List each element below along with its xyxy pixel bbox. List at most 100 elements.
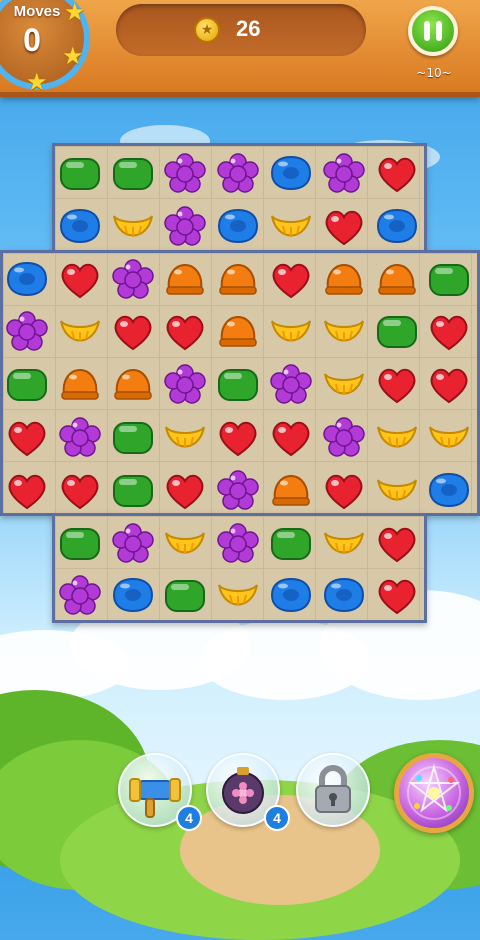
board-cell[interactable] bbox=[1, 254, 53, 306]
booster-flower-bomb[interactable]: 4 bbox=[206, 753, 290, 831]
board-cell[interactable] bbox=[1, 465, 53, 517]
purple-candy-icon bbox=[111, 258, 154, 299]
red-candy-icon bbox=[272, 263, 310, 298]
board-cell[interactable] bbox=[212, 359, 264, 411]
board-cell[interactable] bbox=[107, 359, 159, 411]
red-candy-icon bbox=[166, 316, 204, 351]
blue-candy-icon bbox=[270, 155, 312, 191]
red-candy-icon bbox=[166, 474, 204, 510]
board-cell[interactable] bbox=[54, 148, 106, 200]
board-cell[interactable] bbox=[212, 465, 264, 517]
yellow-candy-icon bbox=[323, 531, 364, 554]
board-cell[interactable] bbox=[371, 148, 423, 200]
board-cell[interactable] bbox=[212, 201, 264, 253]
board-cell[interactable] bbox=[265, 201, 317, 253]
board-cell[interactable] bbox=[107, 201, 159, 253]
board-cell[interactable] bbox=[265, 306, 317, 358]
board-cell[interactable] bbox=[1, 412, 53, 464]
board-cell[interactable] bbox=[212, 254, 264, 306]
color-bomb-booster[interactable] bbox=[394, 753, 474, 833]
board-cell[interactable] bbox=[423, 306, 475, 358]
board-cell[interactable] bbox=[107, 254, 159, 306]
purple-candy-icon bbox=[6, 311, 48, 352]
board-cell[interactable] bbox=[107, 465, 159, 517]
board-cell[interactable] bbox=[159, 518, 211, 570]
board-cell[interactable] bbox=[54, 306, 106, 358]
board-cell[interactable] bbox=[212, 518, 264, 570]
red-candy-icon bbox=[378, 527, 416, 562]
yellow-candy-icon bbox=[271, 215, 311, 237]
board-cell[interactable] bbox=[371, 570, 423, 622]
board-cell[interactable] bbox=[107, 570, 159, 622]
board-cell[interactable] bbox=[212, 412, 264, 464]
board-cell[interactable] bbox=[423, 465, 475, 517]
board-cell[interactable] bbox=[265, 465, 317, 517]
board-cell[interactable] bbox=[54, 201, 106, 253]
board-cell[interactable] bbox=[318, 570, 370, 622]
board-cell[interactable] bbox=[54, 518, 106, 570]
board-cell[interactable] bbox=[265, 412, 317, 464]
board-cell[interactable] bbox=[54, 254, 106, 306]
board-cell[interactable] bbox=[318, 359, 370, 411]
red-candy-icon bbox=[8, 421, 46, 457]
board-cell[interactable] bbox=[212, 570, 264, 622]
board-cell[interactable] bbox=[159, 359, 211, 411]
board-cell[interactable] bbox=[371, 359, 423, 411]
board-cell[interactable] bbox=[159, 412, 211, 464]
board-cell[interactable] bbox=[54, 465, 106, 517]
board-cell[interactable] bbox=[318, 412, 370, 464]
green-candy-icon bbox=[271, 527, 311, 560]
purple-candy-icon bbox=[217, 470, 259, 510]
board-cell[interactable] bbox=[318, 201, 370, 253]
purple-candy-icon bbox=[164, 364, 207, 404]
board-cell[interactable] bbox=[423, 359, 475, 411]
board-cell[interactable] bbox=[371, 465, 423, 517]
board-cell[interactable] bbox=[371, 201, 423, 253]
board-cell[interactable] bbox=[265, 518, 317, 570]
board-cell[interactable] bbox=[159, 148, 211, 200]
board-cell[interactable] bbox=[318, 465, 370, 517]
board-cell[interactable] bbox=[107, 306, 159, 358]
board-cell[interactable] bbox=[159, 201, 211, 253]
board-cell[interactable] bbox=[107, 148, 159, 200]
board-cell[interactable] bbox=[54, 359, 106, 411]
board-cell[interactable] bbox=[318, 148, 370, 200]
blue-candy-icon bbox=[323, 578, 364, 613]
blue-candy-icon bbox=[429, 472, 470, 507]
level-label: ~10~ bbox=[416, 66, 452, 80]
board-cell[interactable] bbox=[318, 306, 370, 358]
board-cell[interactable] bbox=[265, 148, 317, 200]
board-cell[interactable] bbox=[107, 412, 159, 464]
board-cell[interactable] bbox=[371, 518, 423, 570]
board-cell[interactable] bbox=[54, 412, 106, 464]
board-cell[interactable] bbox=[371, 254, 423, 306]
board-cell[interactable] bbox=[318, 518, 370, 570]
board-cell[interactable] bbox=[1, 359, 53, 411]
board-cell[interactable] bbox=[265, 254, 317, 306]
blue-candy-icon bbox=[218, 208, 259, 243]
board-cell[interactable] bbox=[318, 254, 370, 306]
star-icon: ★ bbox=[26, 68, 48, 96]
board-cell[interactable] bbox=[1, 306, 53, 358]
booster-count-badge: 4 bbox=[176, 805, 202, 831]
board-cell[interactable] bbox=[54, 570, 106, 622]
board-cell[interactable] bbox=[265, 359, 317, 411]
board-cell[interactable] bbox=[159, 306, 211, 358]
board-cell[interactable] bbox=[159, 254, 211, 306]
board-cell[interactable] bbox=[423, 254, 475, 306]
board-cell[interactable] bbox=[159, 570, 211, 622]
board-cell[interactable] bbox=[212, 306, 264, 358]
orange-candy-icon bbox=[377, 263, 416, 295]
orange-candy-icon bbox=[325, 263, 363, 295]
board-cell[interactable] bbox=[107, 518, 159, 570]
pause-button[interactable] bbox=[408, 6, 458, 56]
booster-locked[interactable] bbox=[296, 753, 370, 827]
board-cell[interactable] bbox=[423, 412, 475, 464]
board-cell[interactable] bbox=[371, 412, 423, 464]
board-cell[interactable] bbox=[371, 306, 423, 358]
board-cell[interactable] bbox=[159, 465, 211, 517]
board-cell[interactable] bbox=[265, 570, 317, 622]
board-cell[interactable] bbox=[212, 148, 264, 200]
booster-hammer[interactable]: 4 bbox=[118, 753, 202, 831]
orange-candy-icon bbox=[166, 263, 205, 295]
